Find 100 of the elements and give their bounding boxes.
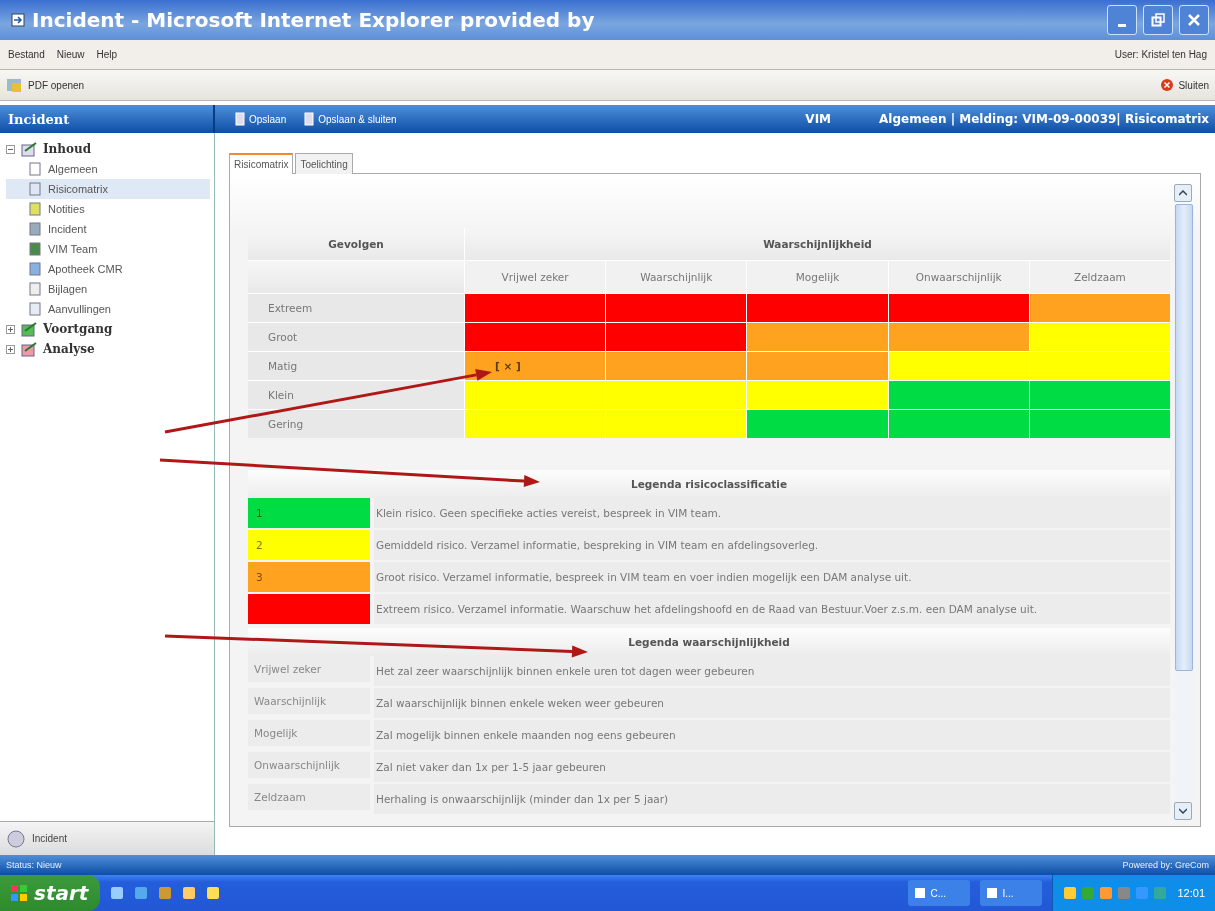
- quick-launch-icon[interactable]: [134, 886, 148, 900]
- legend-text: Herhaling is onwaarschijnlijk (minder dan 1x per 5 jaar): [374, 784, 1170, 814]
- risk-cell[interactable]: [888, 352, 1029, 380]
- legend-text: Zal mogelijk binnen enkele maanden nog eens gebeuren: [374, 720, 1170, 750]
- color-swatch: 3: [248, 562, 370, 592]
- risk-cell[interactable]: [888, 294, 1029, 322]
- risk-cell[interactable]: [465, 381, 606, 409]
- tree-item[interactable]: Bijlagen: [6, 279, 210, 299]
- tree-item[interactable]: Incident: [6, 219, 210, 239]
- risk-cell[interactable]: [888, 381, 1029, 409]
- risk-cell[interactable]: [465, 410, 606, 438]
- window-title: Incident - Microsoft Internet Explorer provided by: [32, 8, 596, 32]
- scroll-up-button[interactable]: [1174, 184, 1192, 202]
- risk-cell[interactable]: [ × ]: [465, 352, 606, 380]
- collapse-icon[interactable]: [6, 144, 15, 154]
- page-icon: [28, 262, 42, 276]
- risk-cell[interactable]: [606, 294, 747, 322]
- risk-cell[interactable]: [1029, 410, 1170, 438]
- page-icon: [28, 282, 42, 296]
- window-icon: [986, 887, 999, 899]
- risk-cell[interactable]: [747, 410, 888, 438]
- tree-item[interactable]: Notities: [6, 199, 210, 219]
- scroll-down-button[interactable]: [1174, 802, 1192, 820]
- term-cell: Onwaarschijnlijk: [248, 752, 370, 778]
- save-button[interactable]: Opslaan & sluiten: [304, 112, 397, 126]
- page-icon: [28, 182, 42, 196]
- legend-text: Gemiddeld risico. Verzamel informatie, bespreking in VIM team en afdelingsoverleg.: [374, 530, 1170, 560]
- risk-cell[interactable]: [606, 410, 747, 438]
- taskbar-button[interactable]: C...: [908, 880, 971, 906]
- tray-icon[interactable]: [1135, 886, 1150, 900]
- tree-item[interactable]: Algemeen: [6, 159, 210, 179]
- risk-cell[interactable]: [747, 381, 888, 409]
- row-header: Klein: [248, 381, 464, 409]
- tree-item[interactable]: Aanvullingen: [6, 299, 210, 319]
- tree-group[interactable]: Inhoud: [6, 139, 214, 159]
- page-icon: [28, 162, 42, 176]
- expand-icon[interactable]: [6, 324, 15, 334]
- minimize-button[interactable]: [1107, 5, 1137, 35]
- risk-cell[interactable]: [747, 352, 888, 380]
- tray-icon[interactable]: [1099, 886, 1114, 900]
- tab[interactable]: Risicomatrix: [229, 153, 294, 174]
- column-header: Mogelijk: [747, 261, 888, 293]
- quick-launch-icon[interactable]: [158, 886, 172, 900]
- risk-cell[interactable]: [888, 410, 1029, 438]
- pdf-open-button[interactable]: PDF openen: [6, 77, 85, 93]
- tree-item[interactable]: Apotheek CMR: [6, 259, 210, 279]
- term-cell: Waarschijnlijk: [248, 688, 370, 714]
- chevron-up-icon: [1179, 190, 1187, 196]
- legend-text: Extreem risico. Verzamel informatie. Waarschuw het afdelingshoofd en de Raad van Bestuur.Voer z.s.m. een DAM analyse uit.: [374, 594, 1170, 624]
- document-icon: [6, 77, 24, 93]
- scroll-thumb[interactable]: [1175, 204, 1193, 671]
- risk-cell[interactable]: [606, 381, 747, 409]
- tree-group[interactable]: Analyse: [6, 339, 214, 359]
- close-button[interactable]: [1179, 5, 1209, 35]
- start-button[interactable]: start: [0, 875, 100, 911]
- close-button[interactable]: Sluiten: [1160, 78, 1209, 92]
- sidebar-title: Incident: [0, 105, 215, 133]
- risk-cell[interactable]: [465, 323, 606, 351]
- incident-button[interactable]: Incident: [0, 821, 214, 855]
- column-header: Zeldzaam: [1029, 261, 1170, 293]
- risk-cell[interactable]: [1029, 381, 1170, 409]
- column-header: Waarschijnlijk: [606, 261, 747, 293]
- risk-cell[interactable]: [747, 294, 888, 322]
- quick-launch-icon[interactable]: [110, 886, 124, 900]
- risk-cell[interactable]: [747, 323, 888, 351]
- tray-icon[interactable]: [1081, 886, 1096, 900]
- tray-icon[interactable]: [1153, 886, 1168, 900]
- risk-cell[interactable]: [606, 352, 747, 380]
- save-button[interactable]: Opslaan: [235, 112, 287, 126]
- tree-item[interactable]: Risicomatrix: [6, 179, 210, 199]
- risk-cell[interactable]: [465, 294, 606, 322]
- legend-text: Zal niet vaker dan 1x per 1-5 jaar gebeuren: [374, 752, 1170, 782]
- restore-button[interactable]: [1143, 5, 1173, 35]
- quick-launch-icon[interactable]: [206, 886, 220, 900]
- taskbar-button[interactable]: I...: [980, 880, 1043, 906]
- risk-cell[interactable]: [1029, 294, 1170, 322]
- minimize-icon: [1118, 23, 1126, 27]
- risk-cell[interactable]: [1029, 352, 1170, 380]
- row-header: Gering: [248, 410, 464, 438]
- user-label: User: Kristel ten Hag: [1114, 49, 1207, 60]
- expand-icon[interactable]: [6, 344, 15, 354]
- risk-cell[interactable]: [1029, 323, 1170, 351]
- close-icon: [1160, 78, 1175, 92]
- tree-item[interactable]: VIM Team: [6, 239, 210, 259]
- menu-item[interactable]: Help: [96, 49, 118, 60]
- column-header: Gevolgen: [248, 228, 464, 260]
- tab[interactable]: Toelichting: [295, 153, 353, 174]
- restore-icon: [1151, 13, 1165, 27]
- term-cell: Vrijwel zeker: [248, 656, 370, 682]
- menu-item[interactable]: Bestand: [8, 49, 45, 60]
- quick-launch-icon[interactable]: [182, 886, 196, 900]
- risk-cell[interactable]: [888, 323, 1029, 351]
- clock: 12:01: [1177, 887, 1205, 899]
- menu-item[interactable]: Nieuw: [56, 49, 85, 60]
- color-swatch: 1: [248, 498, 370, 528]
- window-icon: [914, 887, 927, 899]
- tree-group[interactable]: Voortgang: [6, 319, 214, 339]
- risk-cell[interactable]: [606, 323, 747, 351]
- tray-icon[interactable]: [1063, 886, 1078, 900]
- tray-icon[interactable]: [1117, 886, 1132, 900]
